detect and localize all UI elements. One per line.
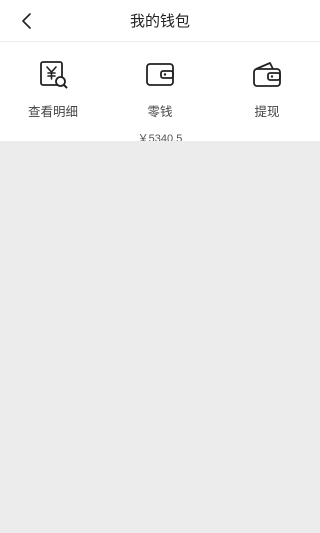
page-title: 我的钱包 <box>129 12 190 30</box>
withdraw-label: 提现 <box>254 104 280 119</box>
top-bar: 我的钱包 <box>0 0 320 42</box>
bill-search-icon <box>3 59 103 91</box>
view-details-label: 查看明细 <box>27 104 78 119</box>
change-label: 零钱 <box>147 104 173 119</box>
change-button[interactable]: 零钱 ￥5340.5 <box>110 59 210 146</box>
wallet-icon <box>110 59 210 91</box>
view-details-button[interactable]: 查看明细 <box>3 59 103 120</box>
wallet-actions: 查看明细 零钱 ￥5340.5 提现 <box>0 42 320 145</box>
withdraw-wallet-icon <box>217 59 317 91</box>
content-area <box>0 141 320 533</box>
withdraw-button[interactable]: 提现 <box>217 59 317 120</box>
